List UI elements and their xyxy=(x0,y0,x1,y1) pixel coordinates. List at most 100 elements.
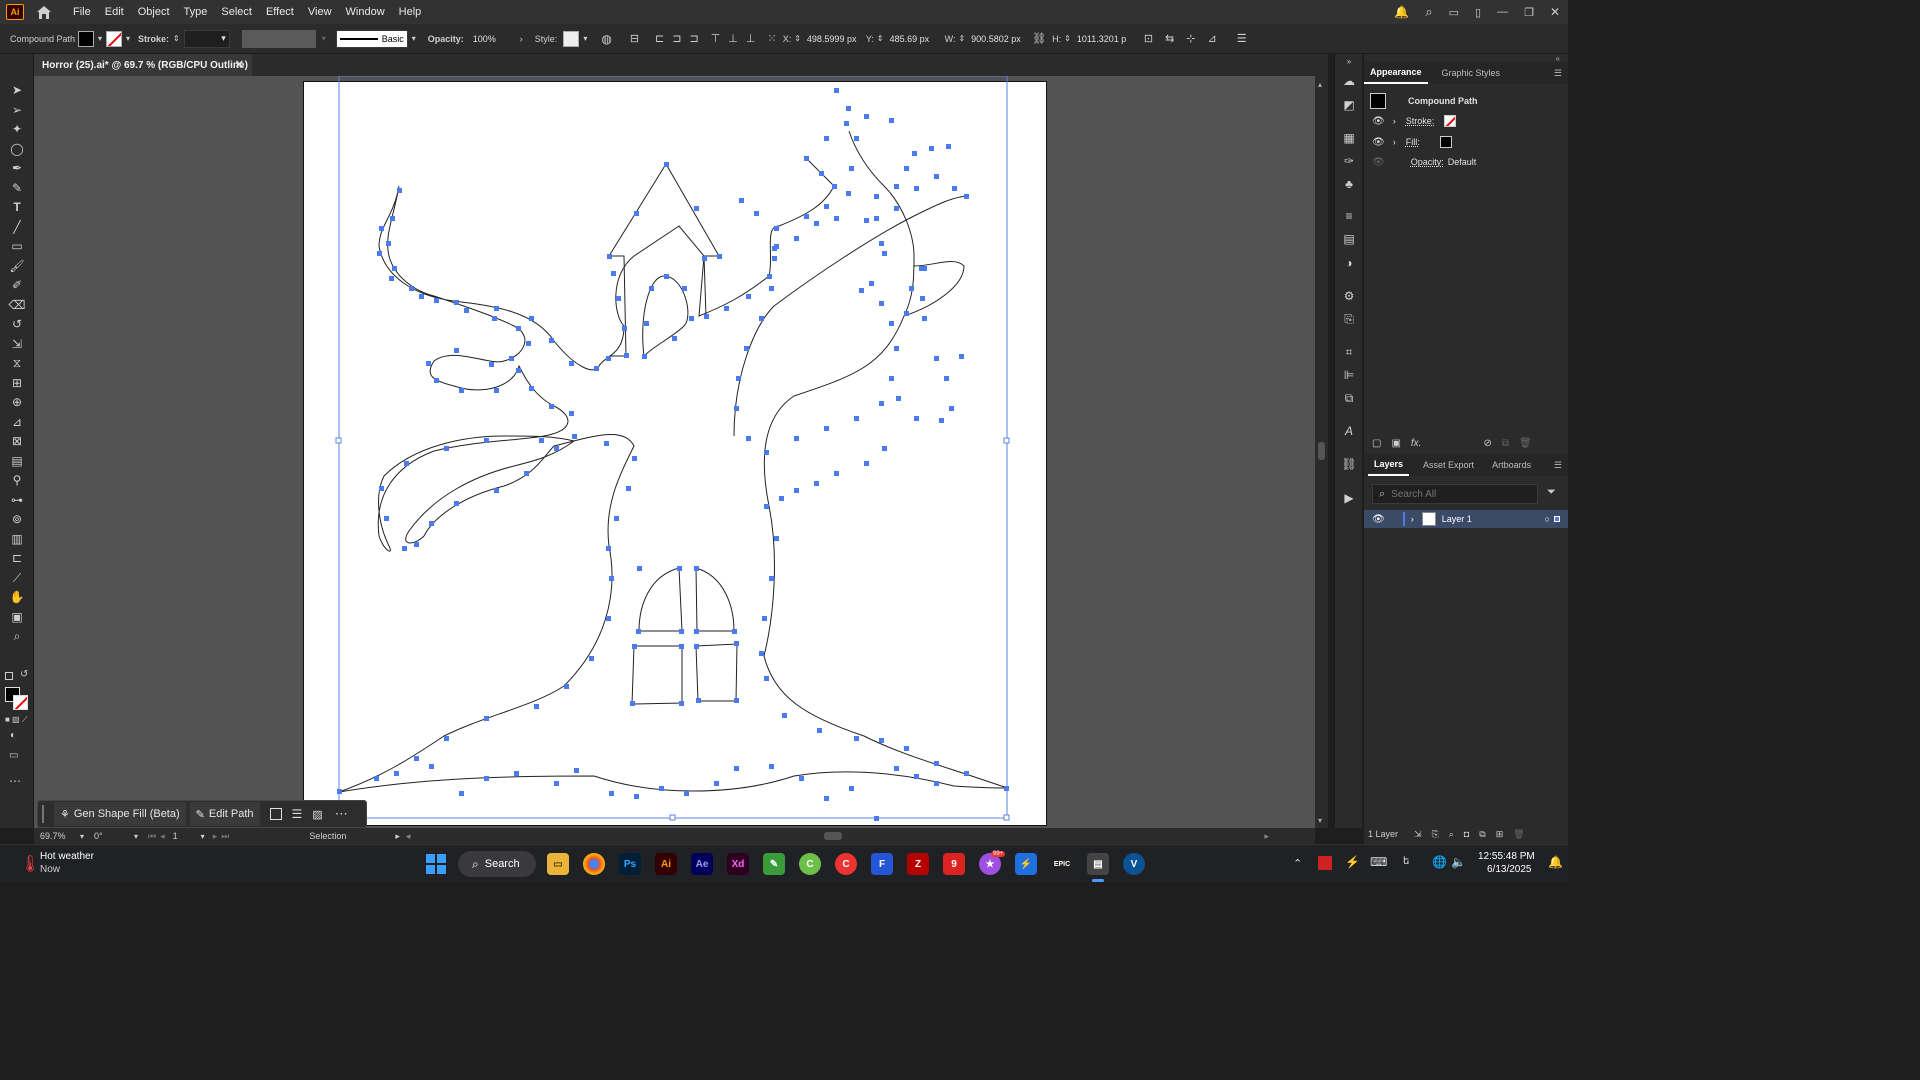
weather-title[interactable]: Hot weather xyxy=(40,851,94,862)
recolor-ctx-icon[interactable]: ▨ xyxy=(312,808,322,821)
brush-definition[interactable]: Basic xyxy=(335,29,408,48)
collect-export-icon[interactable]: ⇲ xyxy=(1414,829,1422,840)
w-field[interactable]: 900.5802 px xyxy=(968,30,1026,48)
line-tool-icon[interactable]: ╱ xyxy=(8,219,26,235)
symbols-icon[interactable]: ♣ xyxy=(1341,177,1357,191)
rectangle-tool-icon[interactable]: ▭ xyxy=(8,238,26,254)
document-tab[interactable]: Horror (25).ai* @ 69.7 % (RGB/CPU Outlin… xyxy=(34,54,252,76)
photoshop-icon[interactable]: Ps xyxy=(619,853,641,875)
layer-name[interactable]: Layer 1 xyxy=(1442,514,1472,524)
delete-item-icon[interactable]: 🗑 xyxy=(1519,438,1532,449)
fill-row-swatch[interactable] xyxy=(1439,136,1452,148)
eye-icon[interactable]: 👁 xyxy=(1372,137,1385,148)
chevron-down-icon[interactable]: ▾ xyxy=(322,34,326,43)
home-icon[interactable] xyxy=(36,4,52,20)
image-trace-icon[interactable]: ⚙ xyxy=(1341,289,1357,303)
chevron-down-icon[interactable]: ▾ xyxy=(80,832,84,841)
keyboard-icon[interactable]: ⌨ xyxy=(1370,855,1387,869)
last-artboard-icon[interactable]: ⏭ xyxy=(221,831,229,842)
chevron-right-icon[interactable]: › xyxy=(1393,116,1396,126)
align-left-icon[interactable]: ⊏ xyxy=(655,32,664,45)
appearance-fill-row[interactable]: 👁 › Fill: xyxy=(1364,132,1568,152)
stroke-weight-field[interactable]: ▾ xyxy=(183,29,230,48)
chevron-down-icon[interactable]: ▾ xyxy=(412,34,416,43)
rotate-icon[interactable]: ↺ xyxy=(8,316,26,332)
collapse-icon[interactable]: » xyxy=(1341,54,1357,68)
pen-tool-icon[interactable]: ✒ xyxy=(8,160,26,176)
hscroll-thumb[interactable] xyxy=(824,832,843,840)
workspace-icon[interactable]: ▭ xyxy=(1449,6,1459,19)
epic-games-icon[interactable]: EPIC xyxy=(1051,853,1073,875)
restore-icon[interactable]: ❐ xyxy=(1524,6,1534,19)
eye-icon[interactable]: 👁 xyxy=(1372,157,1385,168)
menu-view[interactable]: View xyxy=(301,0,339,24)
perspective-grid-icon[interactable]: ⊿ xyxy=(8,414,26,430)
menu-select[interactable]: Select xyxy=(214,0,259,24)
export-icon[interactable]: ⎘ xyxy=(1341,312,1357,326)
lasso-icon[interactable]: ◯ xyxy=(8,141,26,157)
eye-icon[interactable]: 👁 xyxy=(1372,514,1385,525)
appearance-opacity-row[interactable]: 👁 Opacity: Default xyxy=(1364,152,1568,172)
tab-graphic-styles[interactable]: Graphic Styles xyxy=(1436,62,1507,84)
target-icon[interactable]: ○ xyxy=(1545,514,1550,524)
chevron-down-icon[interactable]: ▾ xyxy=(98,34,102,43)
tab-appearance[interactable]: Appearance xyxy=(1364,62,1428,84)
align-hcenter-icon[interactable]: ⊐ xyxy=(672,32,681,45)
transparency-icon[interactable]: ◑ xyxy=(1341,256,1357,270)
stroke-color-box[interactable] xyxy=(13,695,28,710)
menu-edit[interactable]: Edit xyxy=(98,0,131,24)
transform-panel-icon[interactable]: ⌗ xyxy=(1341,345,1357,359)
screen-mode-icon[interactable]: ▭ xyxy=(9,750,18,761)
align-right-icon[interactable]: ⊐ xyxy=(689,32,698,45)
stroke-swatch[interactable] xyxy=(106,30,123,47)
tray-chevron-icon[interactable]: ⌃ xyxy=(1293,857,1302,870)
align-bottom-icon[interactable]: ⊥ xyxy=(746,32,756,45)
h-field[interactable]: 1011.3201 p xyxy=(1074,30,1132,48)
menu-effect[interactable]: Effect xyxy=(259,0,301,24)
opacity-field[interactable]: 100% xyxy=(470,30,516,48)
hand-tool-icon[interactable]: ✋ xyxy=(8,589,26,605)
shape-builder-icon[interactable]: ⊕ xyxy=(8,394,26,410)
chevron-right-icon[interactable]: › xyxy=(1411,514,1414,524)
minimize-icon[interactable]: — xyxy=(1497,6,1508,18)
fluent-icon[interactable]: F xyxy=(871,853,893,875)
new-stroke-icon[interactable]: ▢ xyxy=(1372,438,1381,449)
tray-app-icon[interactable] xyxy=(1318,856,1332,870)
bell-icon[interactable]: 🔔 xyxy=(1394,5,1409,19)
taskbar-search[interactable]: ⌕ Search xyxy=(458,851,536,877)
prev-artboard-icon[interactable]: ◂ xyxy=(160,831,165,842)
zoom-tool-icon[interactable]: ⌕ xyxy=(8,628,26,644)
clock-time[interactable]: 12:55:48 PM xyxy=(1478,851,1535,862)
tab-artboards[interactable]: Artboards xyxy=(1486,454,1537,476)
stepper-icon[interactable]: ⇕ xyxy=(958,34,965,43)
next-artboard-icon[interactable]: ▸ xyxy=(213,831,218,842)
menu-type[interactable]: Type xyxy=(177,0,215,24)
warp-icon[interactable]: ⊹ xyxy=(1186,32,1195,45)
scale-icon[interactable]: ⇲ xyxy=(8,336,26,352)
filter-icon[interactable]: ⏷ xyxy=(1547,486,1556,499)
clear-appearance-icon[interactable]: ⊘ xyxy=(1483,438,1491,449)
gen-shape-fill-button[interactable]: ⚘ Gen Shape Fill (Beta) xyxy=(54,802,186,826)
swatches-icon[interactable]: ▦ xyxy=(1341,131,1357,145)
vertical-scrollbar[interactable]: ▴ ▾ xyxy=(1315,76,1328,828)
align-top-icon[interactable]: ⊤ xyxy=(711,32,721,45)
draw-mode-icon[interactable]: ◐ xyxy=(10,730,16,741)
canva-red-icon[interactable]: C xyxy=(835,853,857,875)
scroll-thumb[interactable] xyxy=(1318,442,1325,460)
panel-menu-icon[interactable]: ☰ xyxy=(1554,460,1562,471)
layer-row[interactable]: 👁 › Layer 1 ○ xyxy=(1364,510,1568,528)
layers-search[interactable]: ⌕ xyxy=(1372,484,1538,504)
eye-icon[interactable]: 👁 xyxy=(1372,116,1385,127)
bolt-app-icon[interactable]: ⚡ xyxy=(1015,853,1037,875)
more-icon[interactable]: ⋯ xyxy=(335,806,348,822)
pathfinder-icon[interactable]: ⧉ xyxy=(1341,391,1357,405)
width-tool-icon[interactable]: ⧖ xyxy=(8,355,26,371)
isolate-icon[interactable]: ⇆ xyxy=(1165,32,1174,45)
artboard-tool-icon[interactable]: ⊏ xyxy=(8,550,26,566)
status-menu-icon[interactable]: ▸ xyxy=(395,831,400,842)
zoom-field[interactable]: 69.7% xyxy=(40,831,80,841)
shaper-icon[interactable]: ✐ xyxy=(8,277,26,293)
locate-object-icon[interactable]: ⌕ xyxy=(1449,829,1454,840)
graph-tool-icon[interactable]: ▥ xyxy=(8,531,26,547)
horizontal-scrollbar[interactable] xyxy=(414,831,1254,841)
